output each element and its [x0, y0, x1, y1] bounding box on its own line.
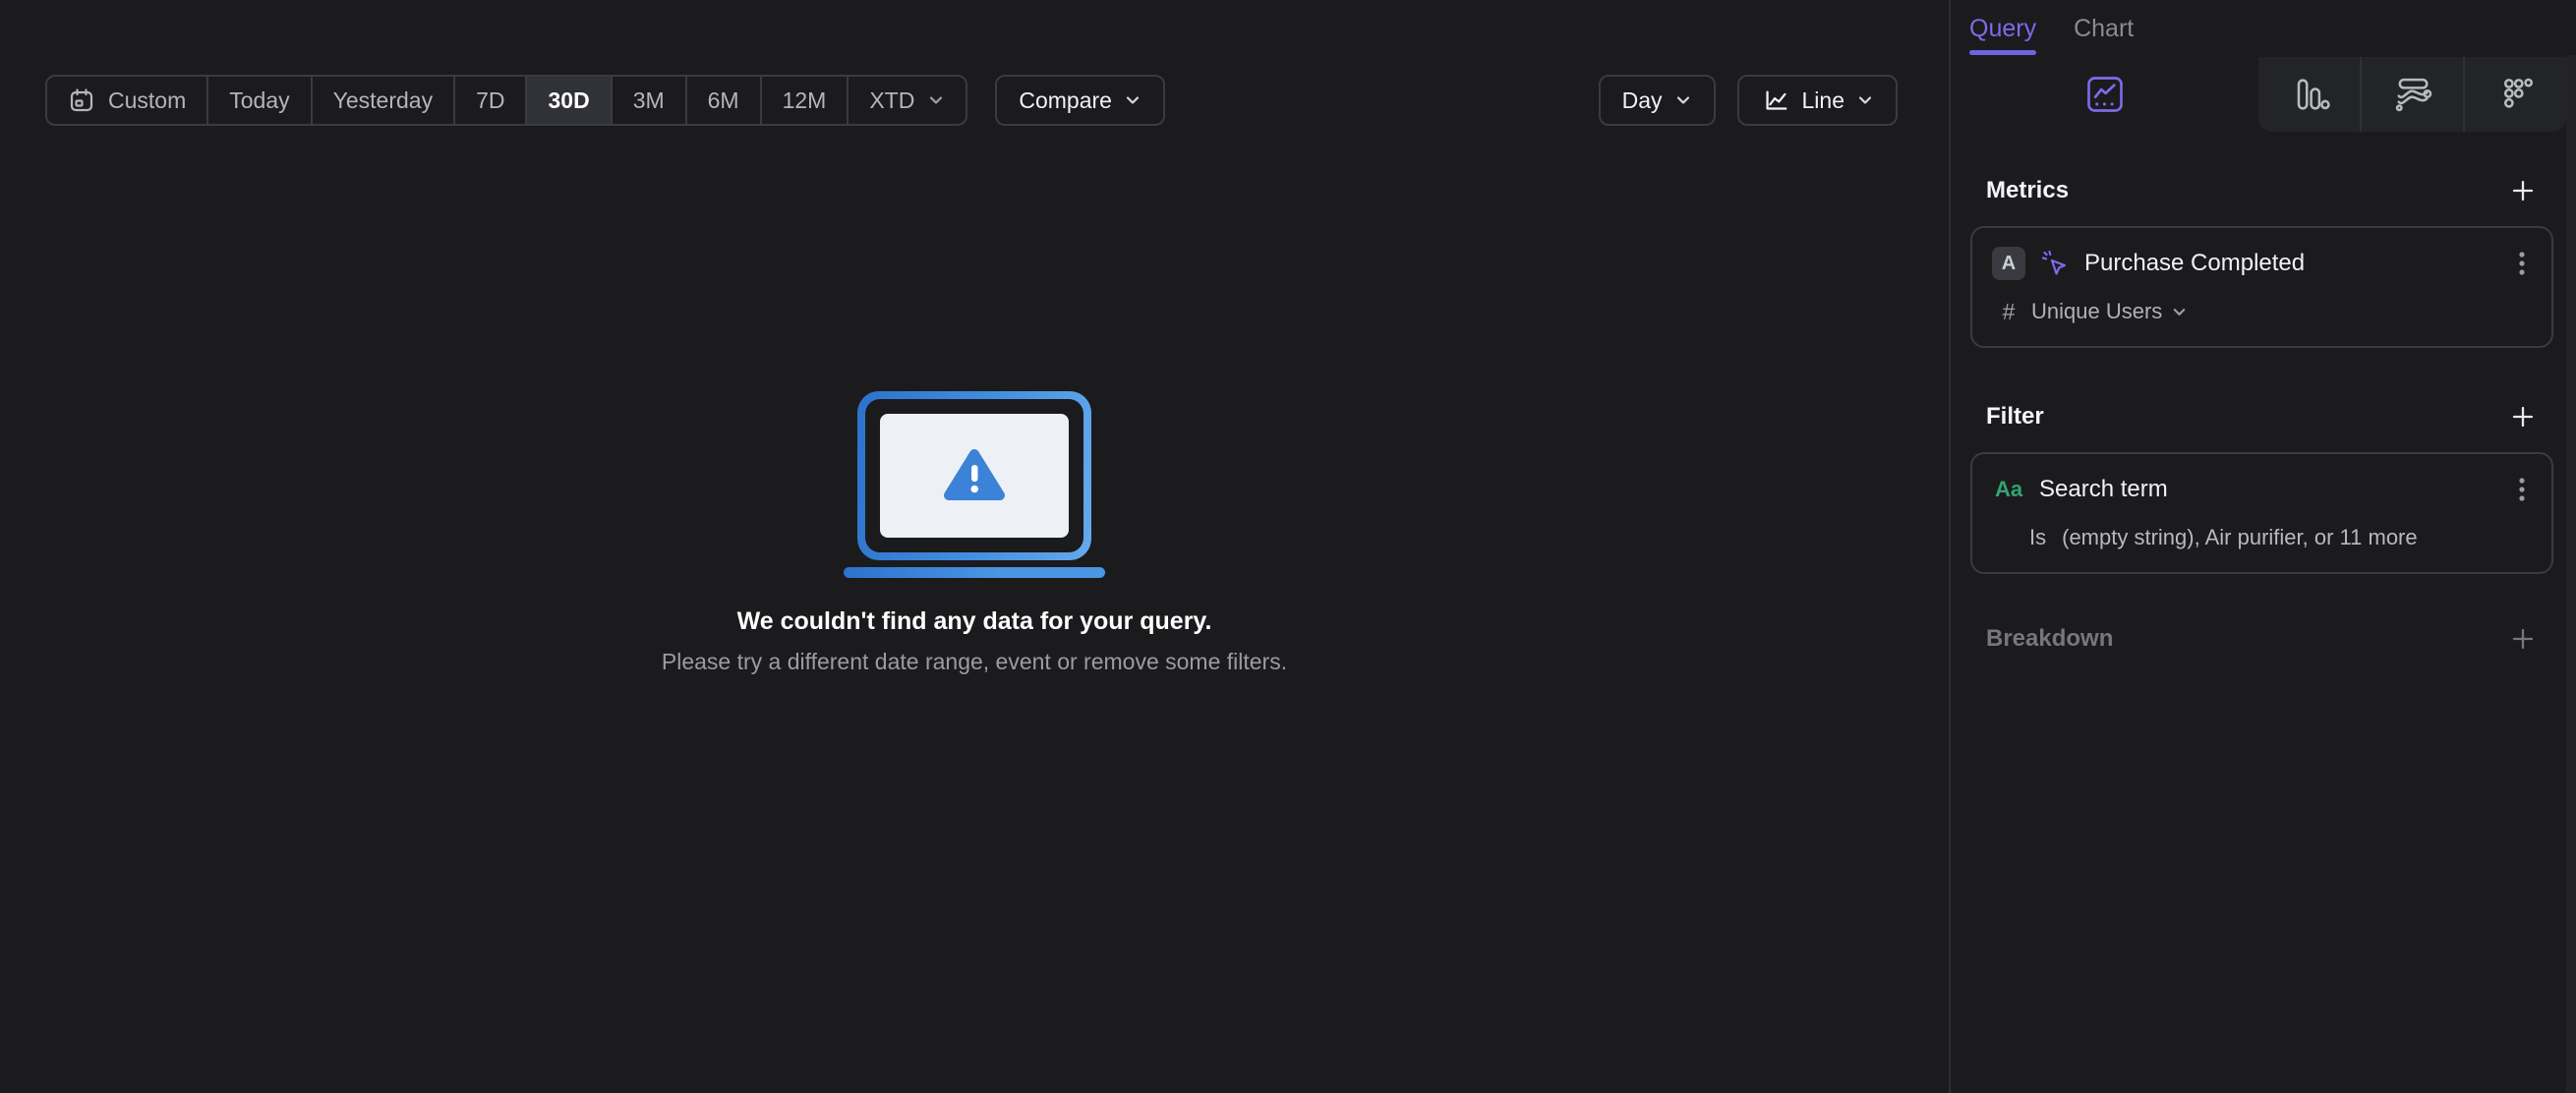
- date-range-3m[interactable]: 3M: [613, 77, 687, 124]
- date-range-group: Custom Today Yesterday 7D 30D 3M 6M 12M …: [45, 75, 968, 126]
- add-filter-button[interactable]: [2510, 404, 2536, 430]
- chart-controls: Day Line: [1598, 75, 1898, 126]
- filter-row: Aa Search term: [1992, 470, 2532, 509]
- active-tab-underline: [1969, 50, 2037, 55]
- view-tab-insights[interactable]: [1951, 57, 2258, 132]
- line-chart-icon: [1761, 86, 1790, 115]
- laptop-warning-illustration: [857, 391, 1091, 560]
- filter-operator[interactable]: Is: [2029, 525, 2046, 550]
- empty-state: We couldn't find any data for your query…: [0, 391, 1949, 675]
- breakdown-section-header: Breakdown: [1970, 617, 2553, 661]
- breakdown-title: Breakdown: [1986, 625, 2114, 652]
- date-range-12m[interactable]: 12M: [762, 77, 849, 124]
- metric-kebab-menu[interactable]: [2512, 246, 2532, 281]
- aggregation-prefix: #: [2002, 298, 2016, 324]
- laptop-frame-gap: [865, 399, 1083, 552]
- date-range-label: Custom: [108, 86, 187, 113]
- empty-state-subtitle: Please try a different date range, event…: [661, 649, 1288, 674]
- date-range-6m[interactable]: 6M: [687, 77, 762, 124]
- inactive-view-tabs: [2258, 57, 2566, 132]
- view-tab-retention[interactable]: [2463, 57, 2566, 132]
- metric-letter-badge: A: [1992, 247, 2025, 280]
- query-builder: Metrics A Purchase Completed # Unique Us…: [1951, 169, 2576, 661]
- filter-kebab-menu[interactable]: [2512, 472, 2532, 507]
- sidebar-tab-header: Query Chart: [1951, 0, 2576, 57]
- date-range-xtd[interactable]: XTD: [849, 77, 966, 124]
- flow-icon: [2391, 73, 2434, 116]
- date-range-7d[interactable]: 7D: [455, 77, 528, 124]
- report-type-tabs: [1951, 57, 2566, 132]
- date-toolbar: Custom Today Yesterday 7D 30D 3M 6M 12M …: [45, 75, 1165, 126]
- insights-icon: [2083, 73, 2127, 116]
- filter-value[interactable]: (empty string), Air purifier, or 11 more: [2062, 525, 2418, 550]
- sidebar-scrollbar[interactable]: [2566, 55, 2576, 1093]
- chevron-down-icon: [2171, 304, 2188, 320]
- filter-section-header: Filter: [1970, 395, 2553, 438]
- calendar-icon: [68, 86, 95, 114]
- chevron-down-icon: [927, 91, 945, 109]
- chevron-down-icon: [1856, 91, 1874, 109]
- chevron-down-icon: [1124, 91, 1142, 109]
- event-click-icon: [2039, 248, 2071, 279]
- add-metric-button[interactable]: [2510, 178, 2536, 203]
- tab-chart[interactable]: Chart: [2074, 0, 2134, 57]
- date-range-custom[interactable]: Custom: [47, 77, 209, 124]
- metric-row: A Purchase Completed: [1992, 244, 2532, 283]
- tab-query[interactable]: Query: [1969, 0, 2037, 57]
- date-range-yesterday[interactable]: Yesterday: [313, 77, 456, 124]
- aggregation-dropdown[interactable]: Unique Users: [2031, 299, 2188, 324]
- chart-type-dropdown[interactable]: Line: [1736, 75, 1898, 126]
- date-range-today[interactable]: Today: [208, 77, 313, 124]
- date-range-30d[interactable]: 30D: [527, 77, 613, 124]
- compare-button[interactable]: Compare: [995, 75, 1165, 126]
- metric-event-name[interactable]: Purchase Completed: [2084, 250, 2305, 277]
- metrics-section-header: Metrics: [1970, 169, 2553, 212]
- retention-icon: [2494, 73, 2538, 116]
- filter-title: Filter: [1986, 403, 2044, 430]
- warning-triangle-icon: [943, 447, 1006, 504]
- filter-card[interactable]: Aa Search term Is (empty string), Air pu…: [1970, 452, 2553, 574]
- empty-state-title: We couldn't find any data for your query…: [736, 607, 1212, 635]
- metrics-title: Metrics: [1986, 177, 2070, 203]
- main-chart-area: Custom Today Yesterday 7D 30D 3M 6M 12M …: [0, 0, 1949, 1093]
- laptop-base: [844, 567, 1105, 578]
- metric-card[interactable]: A Purchase Completed # Unique Users: [1970, 226, 2553, 348]
- filter-property-name[interactable]: Search term: [2039, 476, 2168, 503]
- view-tab-funnel[interactable]: [2258, 57, 2360, 132]
- chevron-down-icon: [1674, 91, 1692, 109]
- string-type-badge: Aa: [1994, 477, 2023, 501]
- add-breakdown-button[interactable]: [2510, 626, 2536, 652]
- view-tab-flow[interactable]: [2360, 57, 2463, 132]
- query-sidebar: Query Chart Metrics A Purchase Completed…: [1949, 0, 2576, 1093]
- laptop-screen: [880, 414, 1069, 538]
- granularity-dropdown[interactable]: Day: [1598, 75, 1716, 126]
- filter-condition-row: Is (empty string), Air purifier, or 11 m…: [1992, 523, 2532, 552]
- metric-aggregation-row: # Unique Users: [1992, 297, 2532, 326]
- funnel-icon: [2288, 73, 2331, 116]
